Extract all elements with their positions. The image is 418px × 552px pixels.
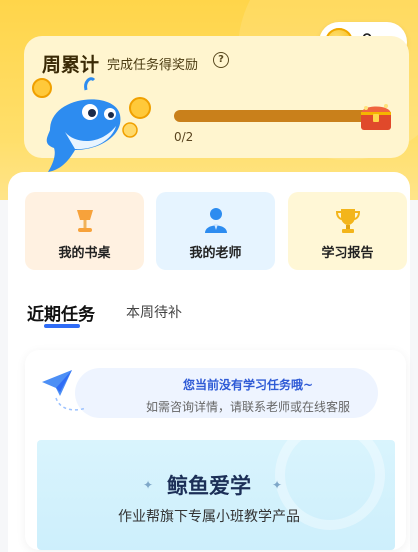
study-report-button[interactable]: 学习报告 xyxy=(288,192,407,270)
active-tab-indicator xyxy=(44,324,80,328)
treasure-chest-icon[interactable] xyxy=(358,100,394,132)
study-report-label: 学习报告 xyxy=(321,246,374,261)
help-icon[interactable]: ? xyxy=(213,52,229,68)
my-desk-button[interactable]: 我的书桌 xyxy=(25,192,144,270)
weekly-progress-bar xyxy=(174,110,374,122)
my-desk-label: 我的书桌 xyxy=(58,246,111,261)
whale-mascot-icon xyxy=(32,77,151,172)
promo-title: 鲸鱼爱学 xyxy=(167,474,251,498)
desk-lamp-icon xyxy=(76,210,93,232)
empty-state-title: 您当前没有学习任务哦~ xyxy=(182,378,314,392)
tab-week-pending[interactable]: 本周待补 xyxy=(126,302,182,322)
tab-recent-tasks[interactable]: 近期任务 xyxy=(27,300,95,325)
teacher-icon xyxy=(204,208,227,233)
trophy-icon xyxy=(335,209,360,233)
my-teacher-label: 我的老师 xyxy=(189,246,242,261)
promo-subtitle: 作业帮旗下专属小班教学产品 xyxy=(118,509,300,525)
my-teacher-button[interactable]: 我的老师 xyxy=(156,192,275,270)
progress-count: 0/2 xyxy=(174,130,194,144)
empty-state-description: 如需咨询详情，请联系老师或在线客服 xyxy=(145,400,350,414)
